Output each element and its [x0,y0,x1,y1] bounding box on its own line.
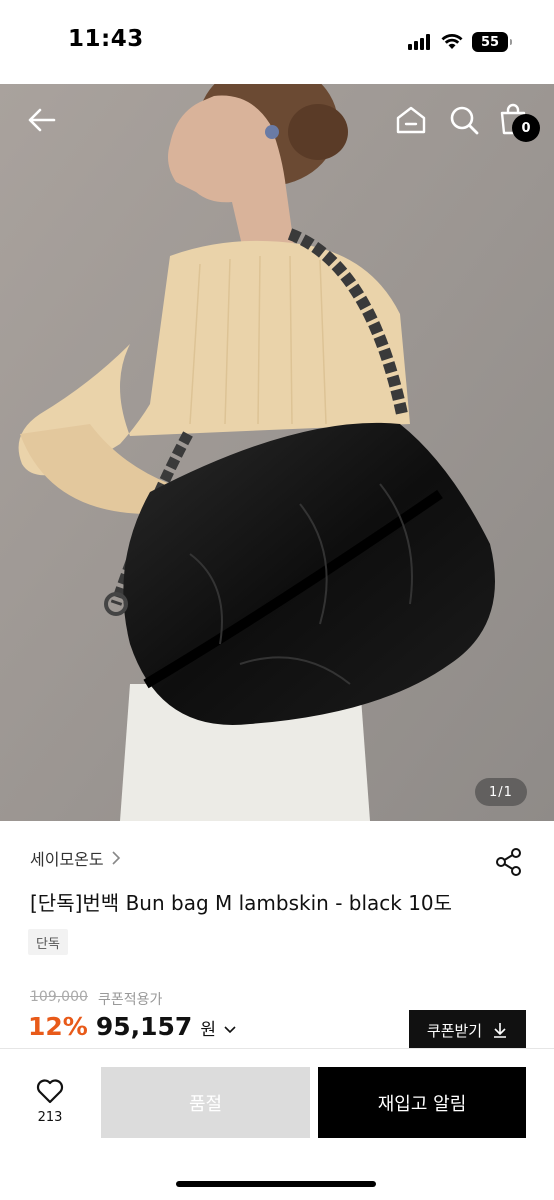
like-count: 213 [37,1110,63,1125]
back-arrow-icon[interactable] [26,104,58,136]
wifi-icon [441,34,463,49]
product-image-gallery[interactable] [0,84,554,821]
product-photo [0,84,554,821]
price-row[interactable]: 12% 95,157 원 [28,1012,236,1041]
exclusive-tag: 단독 [28,929,68,955]
restock-alert-button[interactable]: 재입고 알림 [318,1067,526,1138]
brand-link[interactable]: 세이모온도 [30,846,122,870]
home-icon[interactable] [395,104,427,136]
battery-icon: 55 [472,32,512,52]
home-indicator [176,1181,376,1187]
discount-rate: 12% [28,1012,88,1041]
soldout-button[interactable]: 품절 [101,1067,310,1138]
download-icon [494,1023,507,1038]
cart-count-badge: 0 [512,114,540,142]
currency-unit: 원 [200,1020,216,1040]
share-icon[interactable] [494,847,524,877]
get-coupon-button[interactable]: 쿠폰받기 [409,1010,526,1050]
chevron-down-icon [224,1026,236,1034]
image-page-indicator: 1/1 [475,778,527,806]
status-bar: 11:43 55 [0,0,554,84]
brand-name: 세이모온도 [30,850,104,869]
get-coupon-label: 쿠폰받기 [426,1021,483,1040]
sale-price: 95,157 [95,1012,193,1041]
search-icon[interactable] [448,104,480,136]
cellular-signal-icon [408,34,430,50]
heart-icon [36,1079,64,1104]
original-price: 109,000 [30,989,88,1005]
chevron-right-icon [112,851,120,865]
coupon-price-label: 쿠폰적용가 [98,992,163,1008]
like-button[interactable]: 213 [20,1078,80,1134]
status-icons: 55 [408,30,512,54]
product-title: [단독]번백 Bun bag M lambskin - black 10도 [30,891,453,915]
status-time: 11:43 [68,26,144,52]
